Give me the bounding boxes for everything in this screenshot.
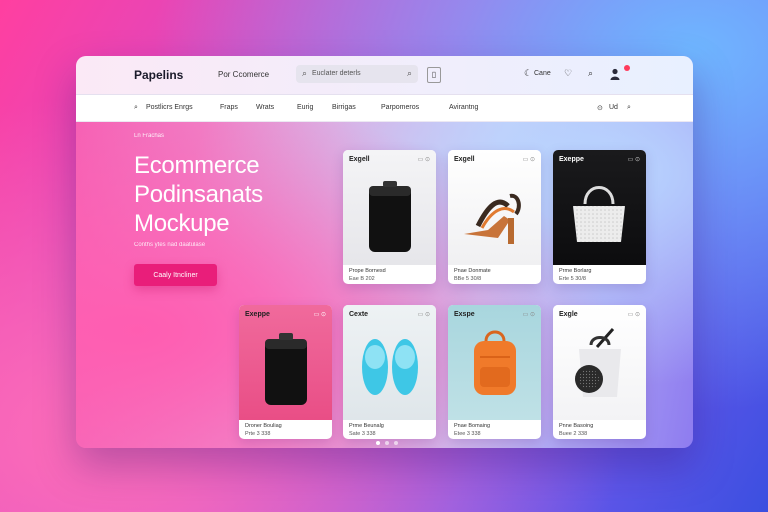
- handbag-image: [573, 186, 625, 242]
- category-item[interactable]: Wrats: [256, 104, 274, 111]
- search-input[interactable]: ⌕ Euclater deterls ⌕: [296, 65, 418, 83]
- product-card[interactable]: Exgell ▭ ⊙ Pnae Donmate BBe 5 30/8: [448, 150, 541, 284]
- category-bar: ⌕ Postlicrs Enrgs Fraps Wrats Eurig Birr…: [76, 95, 693, 122]
- product-price: Etee 3 338: [454, 431, 481, 437]
- hero-title-line: Mockupe: [134, 210, 230, 237]
- product-name: Prope Bornesd: [349, 268, 386, 274]
- product-name: Pnae Bomaing: [454, 423, 491, 429]
- product-action-icons[interactable]: ▭ ⊙: [628, 311, 640, 318]
- category-item[interactable]: Birrigas: [332, 104, 356, 111]
- product-price: Eae B 202: [349, 276, 375, 282]
- pagination-dot[interactable]: [376, 441, 380, 445]
- product-name: Prme Beunalg: [349, 423, 384, 429]
- suitcase-image: [265, 333, 307, 405]
- catbar-search-icon[interactable]: ⌕: [627, 104, 631, 112]
- product-card[interactable]: Exgle ▭ ⊙ Pnne Basoing Buee 2 338: [553, 305, 646, 439]
- product-title: Exspe: [454, 311, 475, 318]
- category-item[interactable]: Fraps: [220, 104, 238, 111]
- product-action-icons[interactable]: ▭ ⊙: [418, 156, 430, 163]
- brand-logo[interactable]: Papelins: [134, 68, 183, 82]
- product-card[interactable]: Exeppe ▭ ⊙ Droner Bouliag Prte 3 338: [239, 305, 332, 439]
- product-action-icons[interactable]: ▭ ⊙: [314, 311, 326, 318]
- product-action-icons[interactable]: ▭ ⊙: [628, 156, 640, 163]
- hero-title-line: Podinsanats: [134, 181, 263, 208]
- bag-image: [575, 328, 621, 397]
- category-item[interactable]: Eurig: [297, 104, 313, 111]
- pagination-dot[interactable]: [394, 441, 398, 445]
- search-icon: ⌕: [302, 68, 308, 78]
- heart-icon[interactable]: ♡: [564, 68, 572, 79]
- product-title: Exgle: [559, 311, 578, 318]
- product-price: Buee 2 338: [559, 431, 588, 437]
- pagination-dot[interactable]: [385, 441, 389, 445]
- backpack-image: [474, 330, 516, 395]
- category-item[interactable]: Parpomeros: [381, 104, 419, 111]
- language-label[interactable]: Ud: [609, 104, 618, 111]
- app-window: Papelins Por Ccomerce ⌕ Euclater deterls…: [76, 56, 693, 448]
- category-search-icon[interactable]: ⌕: [134, 104, 138, 112]
- product-name: Pnae Donmate: [454, 268, 491, 274]
- product-name: Pnne Basoing: [559, 423, 594, 429]
- search-placeholder: Euclater deterls: [312, 70, 361, 77]
- product-action-icons[interactable]: ▭ ⊙: [523, 156, 535, 163]
- sandal-image: [464, 193, 521, 244]
- product-price: Sate 3 338: [349, 431, 376, 437]
- hero-kicker: Ln Frachas: [134, 133, 165, 139]
- product-title: Exgell: [454, 156, 475, 163]
- product-title: Cexte: [349, 311, 369, 318]
- suitcase-image: [369, 181, 411, 252]
- search-top-icon[interactable]: ⌕: [588, 68, 593, 79]
- hero-title-line: Ecommerce: [134, 152, 260, 179]
- top-nav-link[interactable]: Por Ccomerce: [218, 70, 269, 79]
- product-card[interactable]: Exgell ▭ ⊙ Prope Bornesd Eae B 202: [343, 150, 436, 284]
- settings-icon[interactable]: ⊙: [597, 104, 603, 112]
- hero-subtitle: Conths ytes nad daatulase: [134, 242, 206, 248]
- moon-icon[interactable]: ☾: [524, 68, 532, 79]
- product-action-icons[interactable]: ▭ ⊙: [523, 311, 535, 318]
- cart-link[interactable]: Cane: [534, 70, 551, 77]
- product-action-icons[interactable]: ▭ ⊙: [418, 311, 430, 318]
- search-submit-icon[interactable]: ⌕: [407, 68, 412, 79]
- user-avatar-icon[interactable]: [610, 68, 620, 80]
- product-title: Exeppe: [245, 311, 270, 318]
- category-item[interactable]: Avirantng: [449, 104, 478, 111]
- product-name: Prme Borlarg: [559, 268, 592, 274]
- category-item[interactable]: Postlicrs Enrgs: [146, 104, 193, 111]
- product-title: Exgell: [349, 156, 370, 163]
- notification-badge: [624, 65, 630, 71]
- cta-button[interactable]: Caaly Itncliner: [134, 264, 217, 286]
- product-card[interactable]: Exspe ▭ ⊙ Pnae Bomaing Etee 3 338: [448, 305, 541, 439]
- product-price: Prte 3 338: [245, 431, 271, 437]
- hero-title: Ecommerce Podinsanats Mockupe: [134, 151, 263, 238]
- bookmark-icon[interactable]: ▯: [427, 67, 441, 83]
- product-title: Exeppe: [559, 156, 584, 163]
- product-card[interactable]: Exeppe ▭ ⊙ Prme Borlarg Erte 5 30/8: [553, 150, 646, 284]
- slippers-image: [362, 339, 418, 395]
- top-bar: Papelins Por Ccomerce ⌕ Euclater deterls…: [76, 56, 693, 95]
- product-card[interactable]: Cexte ▭ ⊙ Prme Beunalg Sate 3 338: [343, 305, 436, 439]
- product-price: Erte 5 30/8: [559, 276, 586, 282]
- product-name: Droner Bouliag: [245, 423, 282, 429]
- product-price: BBe 5 30/8: [454, 276, 482, 282]
